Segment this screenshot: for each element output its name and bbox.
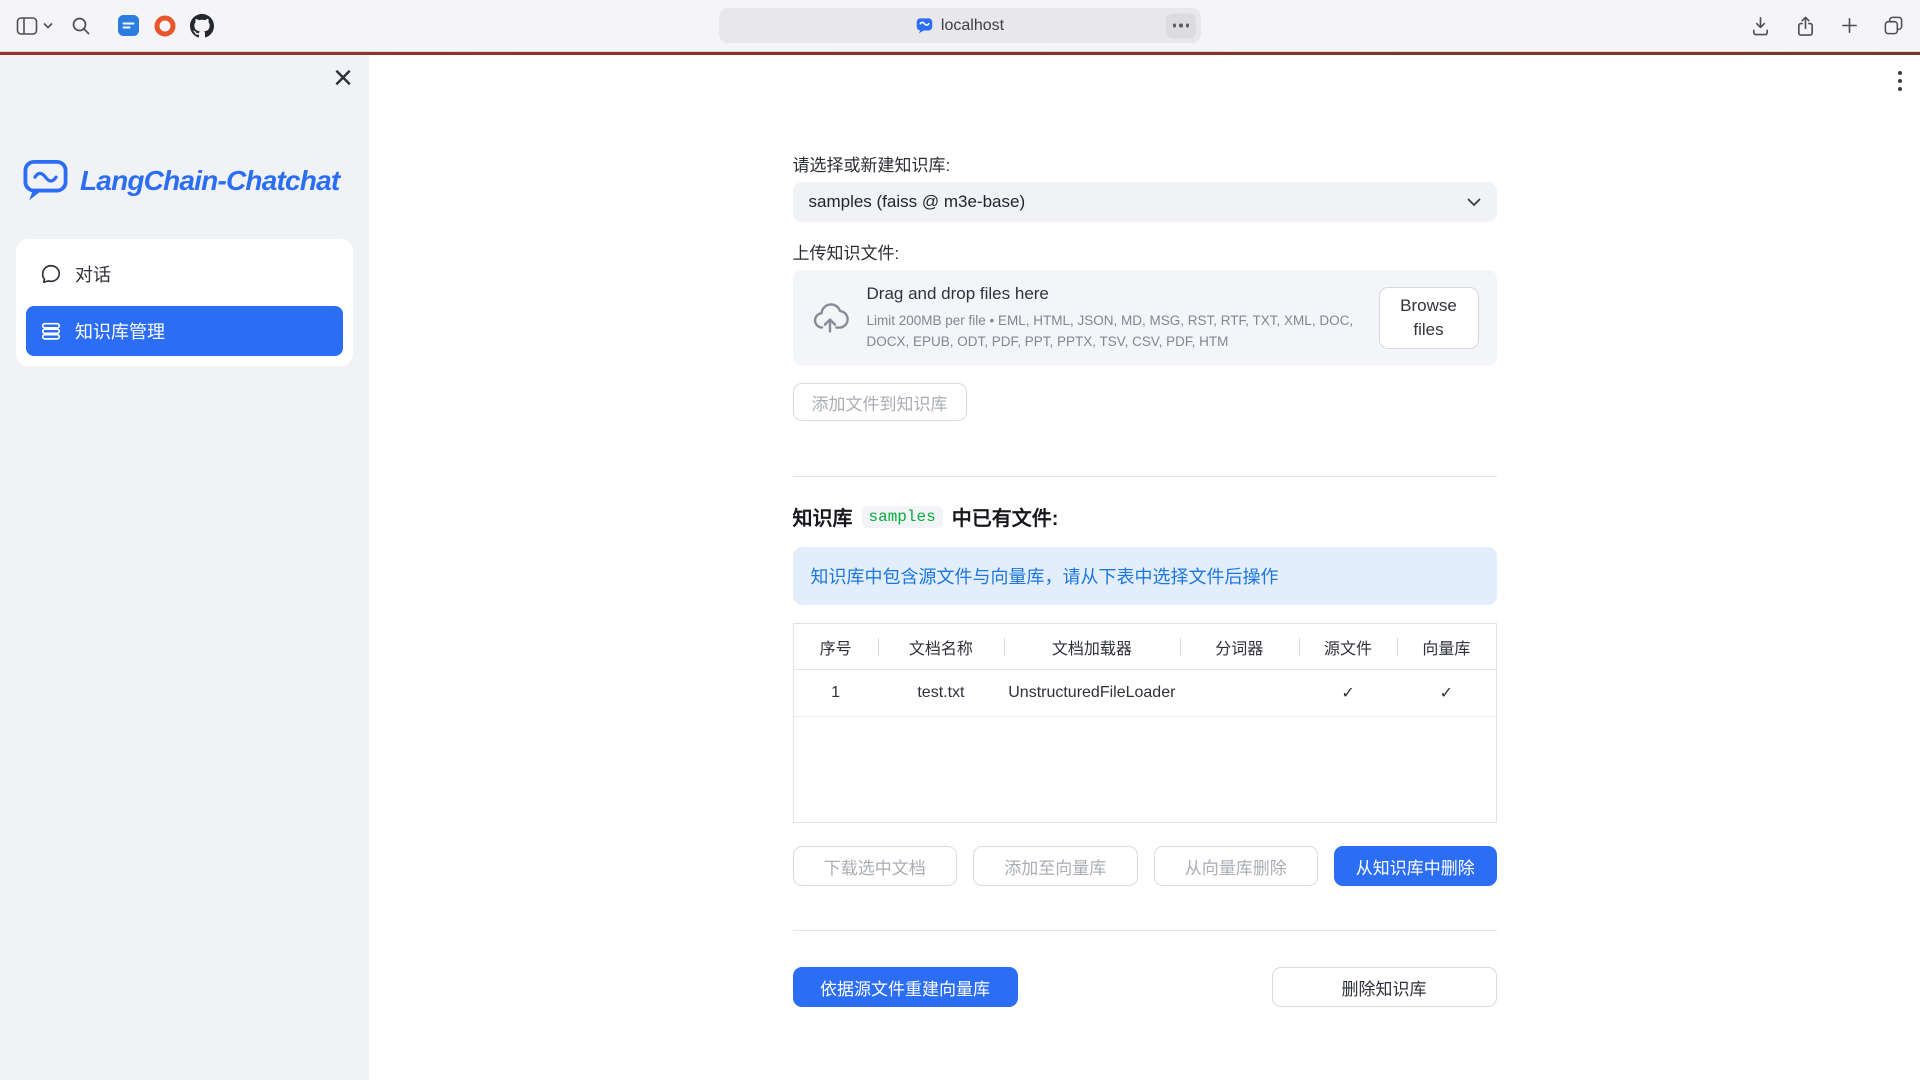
site-favicon <box>916 17 933 34</box>
tabs-icon <box>1883 15 1904 36</box>
sidebar-item-dialogue[interactable]: 对话 <box>26 249 343 299</box>
sidebar-item-label: 对话 <box>75 261 111 287</box>
table-header: 文档名称 <box>878 635 1004 659</box>
file-dropzone[interactable]: Drag and drop files here Limit 200MB per… <box>793 270 1497 366</box>
sidebar-close-button[interactable]: × <box>333 61 353 95</box>
orange-extension-icon[interactable] <box>154 15 176 37</box>
table-header: 向量库 <box>1397 635 1495 659</box>
app-sidebar: × LangChain-Chatchat 对话 <box>0 55 369 1080</box>
delete-kb-button[interactable]: 删除知识库 <box>1272 967 1497 1007</box>
sidebar-item-label: 知识库管理 <box>75 318 165 344</box>
table-header: 序号 <box>794 635 878 659</box>
kb-files-heading: 知识库 samples 中已有文件: <box>793 502 1497 531</box>
kb-actions: 依据源文件重建向量库 删除知识库 <box>793 967 1497 1007</box>
plus-icon <box>1840 16 1859 35</box>
info-banner: 知识库中包含源文件与向量库，请从下表中选择文件后操作 <box>793 547 1497 605</box>
knowledge-base-icon <box>40 320 62 342</box>
cell-loader: UnstructuredFileLoader <box>1004 684 1180 702</box>
orange-ring-icon <box>154 15 176 37</box>
cell-vector-check: ✓ <box>1397 683 1495 703</box>
sidebar-item-knowledge-base[interactable]: 知识库管理 <box>26 306 343 356</box>
table-header-row: 序号 文档名称 文档加载器 分词器 源文件 向量库 <box>794 624 1496 670</box>
table-header: 分词器 <box>1180 635 1299 659</box>
sidebar-menu: 对话 知识库管理 <box>16 239 353 366</box>
cloud-upload-icon <box>811 299 849 337</box>
add-files-to-kb-button[interactable]: 添加文件到知识库 <box>793 383 967 421</box>
app-logo: LangChain-Chatchat <box>22 159 369 203</box>
download-selected-button[interactable]: 下载选中文档 <box>793 846 958 886</box>
divider <box>793 476 1497 477</box>
chevron-down-icon <box>43 22 53 29</box>
kb-name-code: samples <box>862 506 943 528</box>
dropzone-texts: Drag and drop files here Limit 200MB per… <box>867 284 1361 352</box>
table-header: 源文件 <box>1299 635 1397 659</box>
divider <box>793 930 1497 931</box>
address-bar[interactable]: localhost <box>719 8 1201 43</box>
github-icon <box>190 14 214 38</box>
chatchat-logo-icon <box>22 159 69 203</box>
app-logo-text: LangChain-Chatchat <box>80 165 339 197</box>
url-text: localhost <box>941 17 1004 35</box>
ellipsis-icon <box>1173 24 1190 28</box>
chat-bubble-icon <box>40 263 62 285</box>
share-button[interactable] <box>1795 15 1816 36</box>
delete-from-vector-store-button[interactable]: 从向量库删除 <box>1154 846 1319 886</box>
dropzone-hint: Limit 200MB per file • EML, HTML, JSON, … <box>867 311 1361 352</box>
rebuild-vector-store-button[interactable]: 依据源文件重建向量库 <box>793 967 1018 1007</box>
streamlit-menu-button[interactable] <box>1898 71 1902 91</box>
page-settings-button[interactable] <box>1166 13 1196 38</box>
kb-select[interactable]: samples (faiss @ m3e-base) <box>793 182 1497 222</box>
cell-filename: test.txt <box>878 684 1004 702</box>
blue-extension-icon[interactable] <box>117 14 140 37</box>
browse-files-button[interactable]: Browse files <box>1379 287 1479 349</box>
kb-heading-prefix: 知识库 <box>793 502 853 531</box>
table-row[interactable]: 1 test.txt UnstructuredFileLoader ✓ ✓ <box>794 670 1496 717</box>
cell-index: 1 <box>794 684 878 702</box>
blue-app-icon <box>117 14 140 37</box>
search-button[interactable] <box>71 16 91 36</box>
chevron-down-icon <box>1467 198 1481 207</box>
browser-toolbar: localhost <box>0 0 1920 52</box>
cell-source-check: ✓ <box>1299 683 1397 703</box>
kb-heading-suffix: 中已有文件: <box>952 502 1059 531</box>
sidebar-toggle-button[interactable] <box>16 16 53 36</box>
share-icon <box>1795 15 1816 36</box>
github-extension-icon[interactable] <box>190 14 214 38</box>
sidebar-icon <box>16 16 38 36</box>
new-tab-button[interactable] <box>1840 16 1859 35</box>
content-column: 请选择或新建知识库: samples (faiss @ m3e-base) 上传… <box>793 55 1497 1007</box>
kb-select-value: samples (faiss @ m3e-base) <box>809 192 1026 212</box>
add-to-vector-store-button[interactable]: 添加至向量库 <box>973 846 1138 886</box>
main-area: 请选择或新建知识库: samples (faiss @ m3e-base) 上传… <box>369 55 1920 1080</box>
downloads-button[interactable] <box>1750 15 1771 36</box>
kb-select-label: 请选择或新建知识库: <box>793 151 1497 176</box>
delete-from-kb-button[interactable]: 从知识库中删除 <box>1334 846 1497 886</box>
upload-label: 上传知识文件: <box>793 239 1497 264</box>
tab-overview-button[interactable] <box>1883 15 1904 36</box>
table-actions: 下载选中文档 添加至向量库 从向量库删除 从知识库中删除 <box>793 846 1497 886</box>
table-header: 文档加载器 <box>1004 635 1180 659</box>
kb-files-table: 序号 文档名称 文档加载器 分词器 源文件 向量库 1 test.txt Uns… <box>793 623 1497 823</box>
download-icon <box>1750 15 1771 36</box>
dropzone-title: Drag and drop files here <box>867 284 1361 304</box>
search-icon <box>71 16 91 36</box>
